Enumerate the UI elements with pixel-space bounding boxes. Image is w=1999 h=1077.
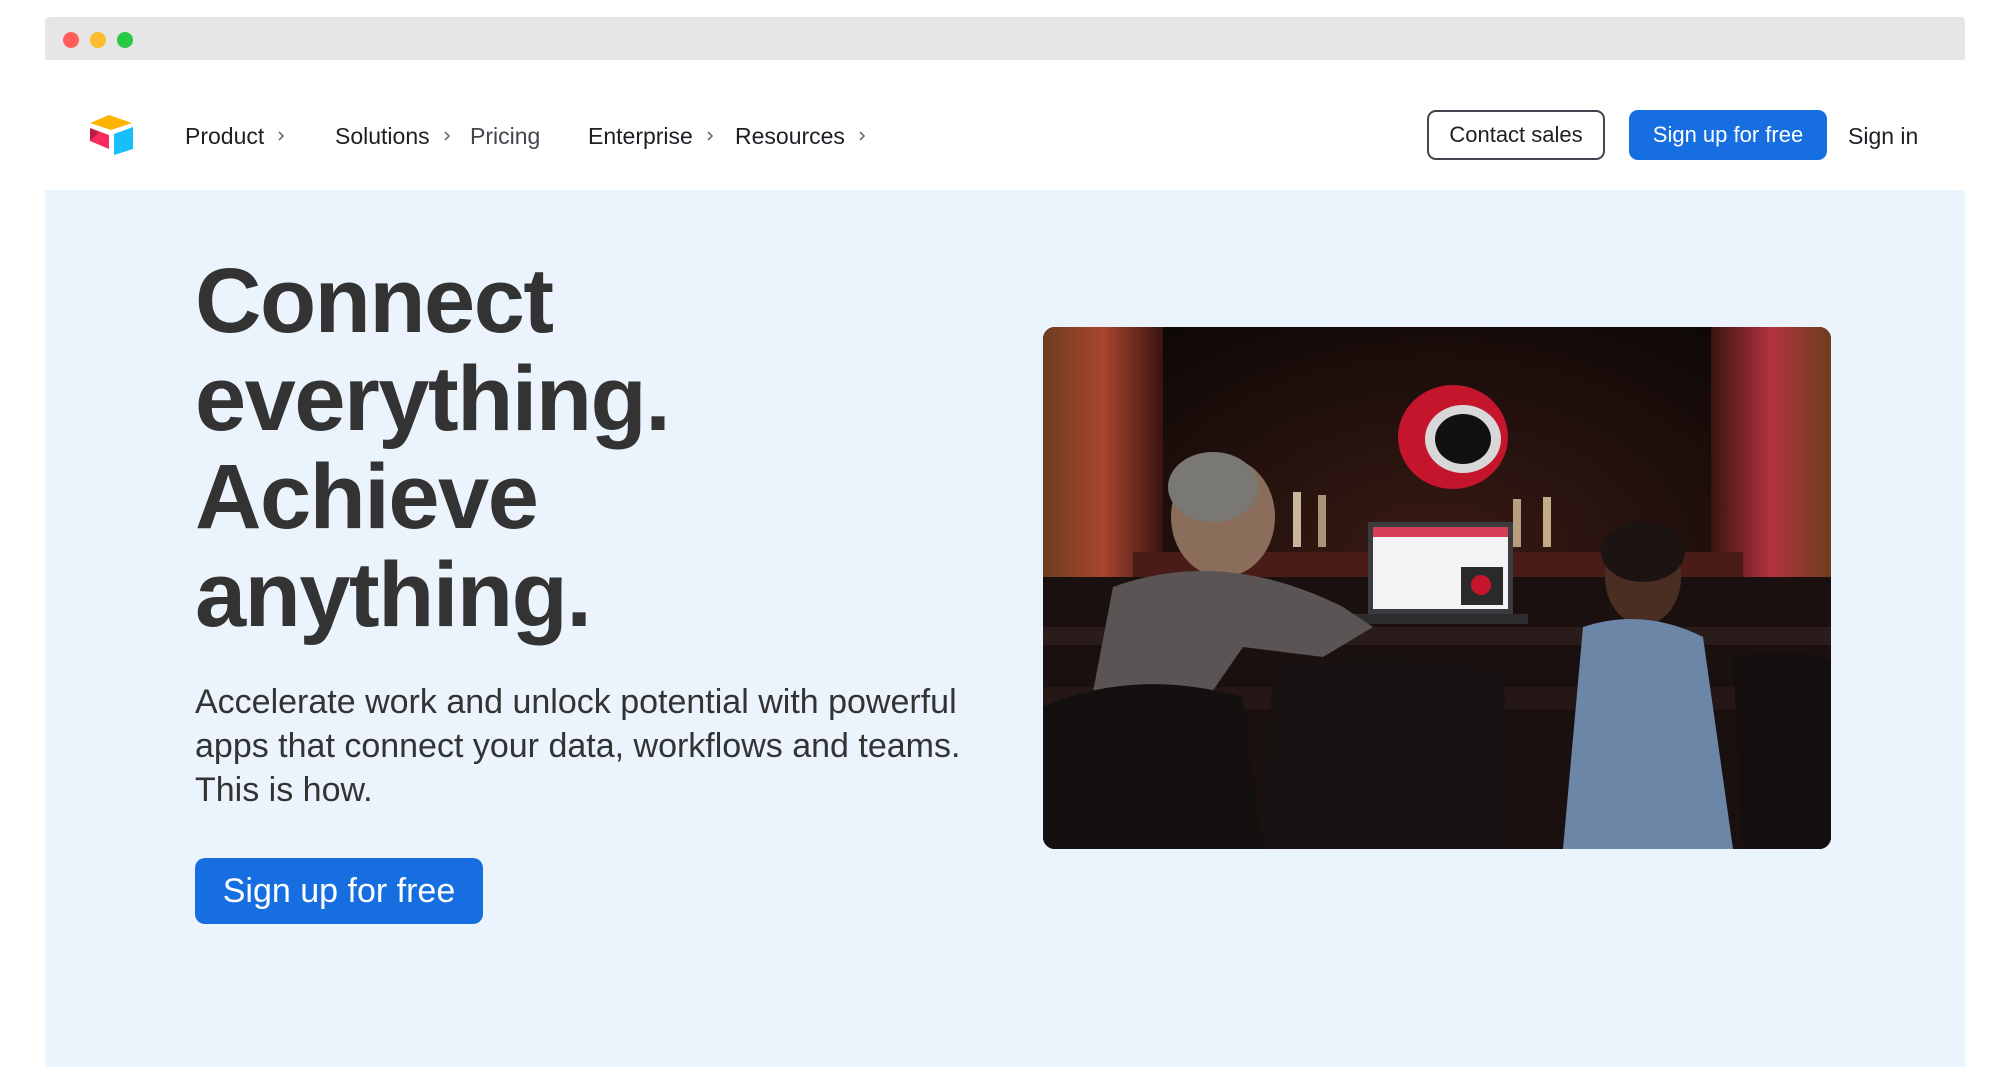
headline-line: Connect bbox=[195, 250, 554, 352]
hero-signup-button[interactable]: Sign up for free bbox=[195, 858, 483, 924]
nav-item-resources[interactable]: Resources bbox=[735, 120, 869, 152]
headline-line: Achieve bbox=[195, 446, 539, 548]
headline-line: anything. bbox=[195, 544, 592, 646]
contact-sales-button[interactable]: Contact sales bbox=[1427, 110, 1605, 160]
nav-signup-button[interactable]: Sign up for free bbox=[1629, 110, 1827, 160]
nav-item-solutions[interactable]: Solutions bbox=[335, 120, 454, 152]
top-navigation: Product Solutions Pricing Enterprise Res… bbox=[45, 60, 1965, 190]
nav-item-label: Pricing bbox=[470, 122, 541, 149]
hero-headline: Connect everything. Achieve anything. bbox=[195, 252, 915, 644]
nav-item-label: Product bbox=[185, 122, 265, 149]
nav-item-enterprise[interactable]: Enterprise bbox=[588, 120, 717, 152]
hero-subtext: Accelerate work and unlock potential wit… bbox=[195, 683, 961, 809]
theater-laptop-photo bbox=[1043, 327, 1831, 849]
chevron-right-icon bbox=[859, 131, 866, 141]
close-window-button[interactable] bbox=[63, 32, 79, 48]
airtable-logo-icon[interactable] bbox=[87, 113, 137, 155]
nav-item-pricing[interactable]: Pricing bbox=[470, 120, 540, 152]
sign-in-link[interactable]: Sign in bbox=[1848, 120, 1918, 152]
nav-item-label: Solutions bbox=[335, 122, 430, 149]
nav-item-product[interactable]: Product bbox=[185, 120, 288, 152]
browser-window: Product Solutions Pricing Enterprise Res… bbox=[45, 17, 1965, 1067]
nav-item-label: Resources bbox=[735, 122, 845, 149]
minimize-window-button[interactable] bbox=[90, 32, 106, 48]
browser-titlebar bbox=[45, 17, 1965, 60]
chevron-right-icon bbox=[707, 131, 713, 141]
headline-line: everything. bbox=[195, 348, 671, 450]
maximize-window-button[interactable] bbox=[117, 32, 133, 48]
chevron-right-icon bbox=[278, 131, 285, 141]
nav-item-label: Enterprise bbox=[588, 122, 693, 149]
chevron-right-icon bbox=[444, 131, 450, 141]
hero-section: Connect everything. Achieve anything. Ac… bbox=[45, 190, 1965, 1067]
